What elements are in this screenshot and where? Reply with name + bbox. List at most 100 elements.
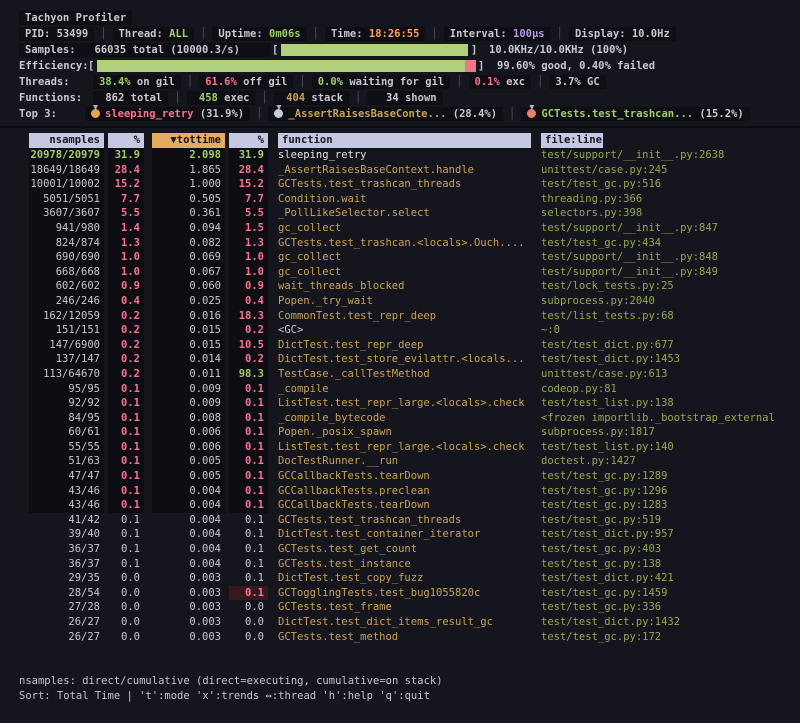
table-row: 28/540.00.0030.1GCTogglingTests.test_bug… [29,586,800,601]
cell-tottime: 0.082 [152,236,225,251]
cell-nsamples: 20978/20979 [29,148,104,163]
table-row: 51/630.10.0050.1DocTestRunner.__rundocte… [29,454,800,469]
column-header-tottime[interactable]: ▼tottime [152,133,225,148]
cell-cumulative-percent: 0.1 [229,513,268,528]
cell-cumulative-percent: 0.1 [229,469,268,484]
efficiency-result: 99.60% good, 0.40% failed [497,58,655,74]
thread-stat-waiting-for-gil: 0.0% waiting for gil [312,75,450,89]
cell-function: _compile_bytecode [268,411,541,426]
cell-direct-percent: 0.0 [108,615,144,630]
cell-function: sleeping_retry [268,148,541,163]
cell-direct-percent: 0.9 [108,279,144,294]
cell-nsamples: 5051/5051 [29,192,104,207]
cell-direct-percent: 0.1 [108,498,144,513]
cell-cumulative-percent: 18.3 [229,309,268,324]
top3-line: Top 3:sleeping_retry (31.9%)│_AssertRais… [0,106,800,122]
cell-nsamples: 113/64670 [29,367,104,382]
table-row: 137/1470.20.0140.2DictTest.test_store_ev… [29,352,800,367]
segment-unit: off gil [237,76,288,88]
status-item-value: 100µs [513,28,545,40]
app-title: Tachyon Profiler [19,11,132,25]
cell-function: Popen._try_wait [268,294,541,309]
cell-tottime: 1.865 [152,163,225,178]
cell-direct-percent: 0.1 [108,542,144,557]
cell-direct-percent: 15.2 [108,177,144,192]
samples-bar-good-segment [281,44,468,56]
cell-function: GCCallbackTests.tearDown [268,498,541,513]
cell-cumulative-percent: 98.3 [229,367,268,382]
column-header-function[interactable]: function [278,133,531,148]
thread-stat-exc: 0.1% exc [469,75,532,89]
table-header-cell: % [225,133,268,148]
cell-file-line: doctest.py:1427 [541,454,791,469]
cell-direct-percent: 0.1 [108,513,144,528]
cell-function: wait_threads_blocked [268,279,541,294]
status-item-value: 0m06s [269,28,301,40]
segment-value: 38.4% [99,76,131,88]
cell-direct-percent: 0.4 [108,294,144,309]
cell-nsamples: 84/95 [29,411,104,426]
cell-function: Popen._posix_spawn [268,425,541,440]
samples-progress-bar [281,44,468,56]
cell-cumulative-percent: 0.2 [229,323,268,338]
thread-stat-off-gil: 61.6% off gil [199,75,293,89]
cell-nsamples: 147/6900 [29,338,104,353]
column-header-nsamples[interactable]: nsamples [29,133,104,148]
table-row: 47/470.10.0050.1GCCallbackTests.tearDown… [29,469,800,484]
top3-item-1: sleeping_retry (31.9%) [85,107,250,121]
column-header-fileline[interactable]: file:line [541,133,603,148]
top3-label: Top 3: [19,106,85,122]
top3-function-name: GCTests.test_trashcan... [541,108,693,120]
functions-line: Functions: 862 total│ 458 exec│ 404 stac… [0,90,800,106]
status-item-time: Time: 18:26:55 [325,27,426,41]
column-header-[interactable]: % [229,133,268,148]
table-row: 92/920.10.0090.1ListTest.test_repr_large… [29,396,800,411]
horizontal-divider [0,126,800,128]
cell-direct-percent: 0.1 [108,527,144,542]
cell-file-line: test/test_gc.py:1296 [541,484,791,499]
top3-item-2: _AssertRaisesBaseConte... (28.4%) [268,107,503,121]
cell-cumulative-percent: 0.1 [229,425,268,440]
cell-file-line: codeop.py:81 [541,382,791,397]
column-header-[interactable]: % [108,133,144,148]
cell-cumulative-percent: 0.1 [229,411,268,426]
cell-cumulative-percent: 1.0 [229,250,268,265]
segment-unit: waiting for gil [343,76,444,88]
samples-line: Samples: 66035 total (10000.3/s) [ ] 10.… [0,42,800,58]
cell-nsamples: 39/40 [29,527,104,542]
samples-rate: 10.0KHz/10.0KHz (100%) [489,42,628,58]
segment-unit: total [124,92,162,104]
cell-nsamples: 36/37 [29,542,104,557]
segment-value: 0.1% [475,76,500,88]
efficiency-progress-bar [97,60,476,72]
table-row: 3607/36075.50.3615.5_PollLikeSelector.se… [29,206,800,221]
cell-function: GCCallbackTests.tearDown [268,469,541,484]
separator: │ [355,92,361,104]
cell-cumulative-percent: 0.1 [229,527,268,542]
cell-cumulative-percent: 0.1 [229,586,268,601]
cell-nsamples: 151/151 [29,323,104,338]
separator: │ [174,92,180,104]
cell-file-line: test/test_dict.py:421 [541,571,791,586]
separator: │ [431,28,437,40]
status-item-interval: Interval: 100µs [444,27,551,41]
cell-tottime: 0.014 [152,352,225,367]
cell-tottime: 0.015 [152,323,225,338]
cell-function: GCCallbackTests.preclean [268,484,541,499]
cell-tottime: 0.004 [152,513,225,528]
cell-file-line: <frozen importlib._bootstrap_external [541,411,791,426]
cell-tottime: 2.098 [152,148,225,163]
table-header-cell: % [104,133,144,148]
status-item-label: Thread: [119,28,170,40]
cell-tottime: 0.505 [152,192,225,207]
cell-nsamples: 43/46 [29,498,104,513]
cell-tottime: 0.004 [152,527,225,542]
cell-tottime: 1.000 [152,177,225,192]
table-header-cell: function [268,133,541,148]
cell-nsamples: 36/37 [29,557,104,572]
status-item-label: Uptime: [218,28,269,40]
cell-file-line: test/test_gc.py:403 [541,542,791,557]
cell-direct-percent: 7.7 [108,192,144,207]
function-stat-exec: 458 exec [187,91,256,105]
cell-nsamples: 43/46 [29,484,104,499]
